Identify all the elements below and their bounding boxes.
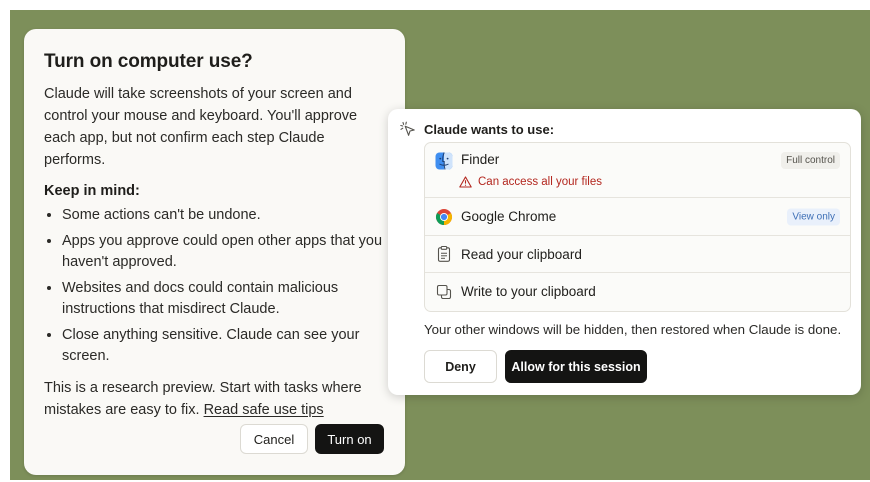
sparkle-cursor-icon	[400, 121, 415, 136]
status-badge: Full control	[781, 152, 840, 169]
dialog-intro: Claude will take screenshots of your scr…	[44, 86, 358, 168]
permission-list: Finder Full control Can access all your …	[424, 142, 851, 312]
dialog-actions: Cancel Turn on	[240, 424, 384, 454]
copy-icon	[436, 284, 452, 299]
keep-in-mind-list: Some actions can't be undone. Apps you a…	[44, 205, 385, 367]
warning-text: Can access all your files	[478, 176, 602, 188]
permission-panel: Claude wants to use: Finder Full control…	[388, 109, 861, 395]
dialog-outro: This is a research preview. Start with t…	[44, 377, 374, 421]
finder-warning: Can access all your files	[459, 176, 602, 188]
panel-actions: Deny Allow for this session	[424, 350, 647, 383]
permission-item-label: Finder	[461, 152, 500, 167]
finder-icon	[435, 152, 453, 170]
warning-triangle-icon	[459, 176, 472, 188]
list-item: Websites and docs could contain maliciou…	[62, 278, 385, 320]
safe-use-tips-link[interactable]: Read safe use tips	[204, 402, 324, 418]
permission-item-label: Read your clipboard	[461, 246, 582, 262]
chrome-icon	[435, 208, 453, 225]
permission-item-label: Google Chrome	[461, 209, 557, 224]
panel-header: Claude wants to use:	[400, 121, 554, 137]
permission-item-chrome[interactable]: Google Chrome View only	[425, 198, 850, 236]
status-badge: View only	[787, 208, 840, 225]
permission-item-finder[interactable]: Finder Full control Can access all your …	[425, 143, 850, 198]
dialog-title: Turn on computer use?	[44, 51, 253, 72]
cancel-button[interactable]: Cancel	[240, 424, 308, 454]
permission-item-read-clipboard[interactable]: Read your clipboard	[425, 236, 850, 273]
permission-item-write-clipboard[interactable]: Write to your clipboard	[425, 273, 850, 310]
allow-session-button[interactable]: Allow for this session	[505, 350, 647, 383]
hidden-windows-note: Your other windows will be hidden, then …	[424, 322, 842, 337]
panel-title: Claude wants to use:	[424, 121, 555, 137]
keep-in-mind-heading: Keep in mind:	[44, 183, 140, 199]
turn-on-button[interactable]: Turn on	[315, 424, 384, 454]
list-item: Some actions can't be undone.	[62, 205, 385, 226]
deny-button[interactable]: Deny	[424, 350, 497, 383]
list-item: Close anything sensitive. Claude can see…	[62, 325, 385, 367]
list-item: Apps you approve could open other apps t…	[62, 231, 385, 273]
permission-item-label: Write to your clipboard	[461, 284, 596, 299]
computer-use-dialog: Turn on computer use? Claude will take s…	[24, 29, 405, 475]
clipboard-icon	[437, 245, 451, 262]
